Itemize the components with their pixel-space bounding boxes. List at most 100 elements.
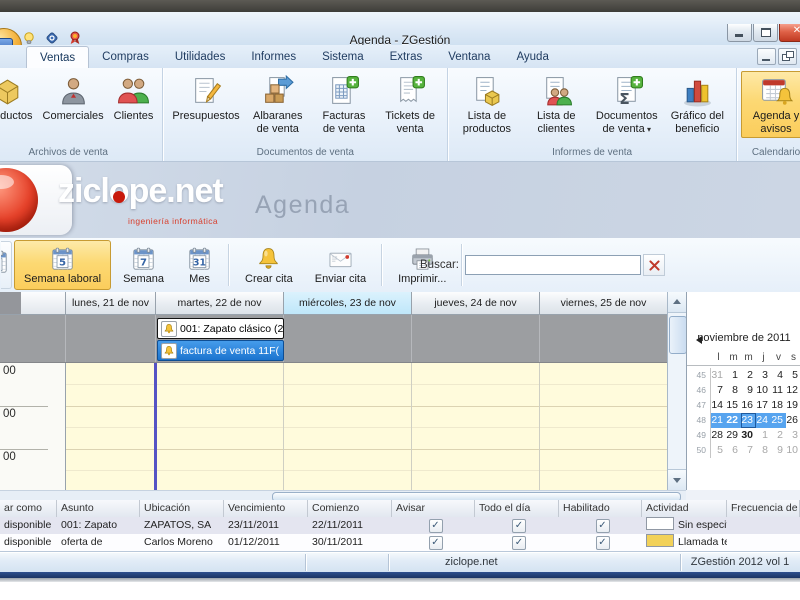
day-header-lunes-21-de-nov[interactable]: lunes, 21 de nov <box>65 292 155 315</box>
appointment[interactable]: 001: Zapato clásico (2 <box>157 318 284 339</box>
table-row[interactable]: disponibleoferta deCarlos Moreno01/12/20… <box>0 534 800 552</box>
checkbox-avisar[interactable]: ✓ <box>429 536 443 550</box>
minical-day[interactable]: 1 <box>756 428 771 443</box>
day-view-button-partial[interactable]: 5 <box>1 241 12 289</box>
checkbox-avisar[interactable]: ✓ <box>429 519 443 533</box>
toolbar-button-enviar-cita[interactable]: Enviar cita <box>305 240 376 290</box>
ribbon-button-lista-de-clientes[interactable]: Lista de clientes <box>522 71 591 138</box>
day-header-martes-22-de-nov[interactable]: martes, 22 de nov <box>155 292 283 315</box>
checkbox-todo-el-dia[interactable]: ✓ <box>512 536 526 550</box>
minical-day[interactable]: 1 <box>726 368 741 383</box>
minical-day[interactable]: 5 <box>786 368 800 383</box>
search-input[interactable] <box>465 255 641 275</box>
day-header-miercoles-23-de-nov[interactable]: miércoles, 23 de nov <box>283 292 411 315</box>
minical-day[interactable]: 10 <box>756 383 771 398</box>
ribbon-button-facturas-de-venta[interactable]: Facturas de venta <box>311 71 377 138</box>
minical-day[interactable]: 31 <box>711 368 726 383</box>
minical-day[interactable]: 5 <box>711 443 726 458</box>
ribbon-button-agenda-y-avisos[interactable]: Agenda y avisos <box>741 71 800 138</box>
minical-day[interactable]: 7 <box>741 443 756 458</box>
minical-day[interactable]: 30 <box>741 428 756 443</box>
minical-day[interactable]: 28 <box>711 428 726 443</box>
minical-day[interactable]: 18 <box>771 398 786 413</box>
minical-day[interactable]: 2 <box>771 428 786 443</box>
vertical-scrollbar[interactable] <box>667 292 687 490</box>
appointment-selected[interactable]: factura de venta 11F( <box>157 340 284 361</box>
ribbon-button-documentos-de-venta[interactable]: ΣDocumentos de venta ▾ <box>591 71 663 139</box>
minical-day[interactable]: 25 <box>771 413 786 428</box>
clear-search-button[interactable] <box>643 254 665 276</box>
tab-informes[interactable]: Informes <box>238 46 309 68</box>
column-header-asunto[interactable]: Asunto <box>57 500 140 517</box>
checkbox-habilitado[interactable]: ✓ <box>596 536 610 550</box>
column-header-ubicacion[interactable]: Ubicación <box>140 500 224 517</box>
ribbon-button-grafico-del-beneficio[interactable]: Gráfico del beneficio <box>663 71 732 138</box>
allday-area[interactable]: 001: Zapato clásico (2factura de venta 1… <box>0 315 667 363</box>
minical-day[interactable]: 24 <box>756 413 771 428</box>
minical-day[interactable]: 6 <box>726 443 741 458</box>
minical-day[interactable]: 26 <box>786 413 800 428</box>
scroll-down-button[interactable] <box>668 469 686 490</box>
scrollbar-thumb[interactable] <box>669 316 687 354</box>
toolbar-button-mes[interactable]: 31Mes <box>176 240 223 290</box>
column-header-comienzo[interactable]: Comienzo <box>308 500 392 517</box>
minical-day[interactable]: 12 <box>786 383 800 398</box>
toolbar-button-semana[interactable]: 7Semana <box>113 240 174 290</box>
child-minimize-button[interactable] <box>757 48 776 65</box>
checkbox-todo-el-dia[interactable]: ✓ <box>512 519 526 533</box>
column-header-actividad[interactable]: Actividad <box>642 500 727 517</box>
minical-day[interactable]: 14 <box>711 398 726 413</box>
ribbon-button-presupuestos[interactable]: Presupuestos <box>167 71 244 126</box>
ribbon-button-tickets-de-venta[interactable]: Tickets de venta <box>377 71 443 138</box>
minical-day[interactable]: 29 <box>726 428 741 443</box>
ribbon-button-albaranes-de-venta[interactable]: Albaranes de venta <box>245 71 311 138</box>
minical-day[interactable]: 17 <box>756 398 771 413</box>
minical-day[interactable]: 9 <box>771 443 786 458</box>
minical-day[interactable]: 23 <box>741 413 756 428</box>
column-header-frecuencia-de-re[interactable]: Frecuencia de re <box>727 500 800 517</box>
ribbon-button-lista-de-productos[interactable]: Lista de productos <box>452 71 521 138</box>
minical-day[interactable]: 10 <box>786 443 800 458</box>
minimize-button[interactable] <box>727 24 752 42</box>
minical-day[interactable]: 9 <box>741 383 756 398</box>
table-row[interactable]: disponible001: ZapatoZAPATOS, SA23/11/20… <box>0 517 800 535</box>
tab-compras[interactable]: Compras <box>89 46 162 68</box>
minical-day[interactable]: 22 <box>726 413 741 428</box>
minical-day[interactable]: 11 <box>771 383 786 398</box>
toolbar-button-semana-laboral[interactable]: 5Semana laboral <box>14 240 111 290</box>
ribbon-button-clientes[interactable]: Clientes <box>109 71 159 126</box>
minical-day[interactable]: 19 <box>786 398 800 413</box>
column-header-ar-como[interactable]: ar como <box>0 500 57 517</box>
tab-extras[interactable]: Extras <box>377 46 436 68</box>
minical-day[interactable]: 8 <box>726 383 741 398</box>
column-header-todo-el-dia[interactable]: Todo el día <box>475 500 559 517</box>
tab-ventas[interactable]: Ventas <box>26 46 89 68</box>
column-header-habilitado[interactable]: Habilitado <box>559 500 642 517</box>
child-restore-button[interactable] <box>778 48 797 65</box>
column-header-avisar[interactable]: Avisar <box>392 500 475 517</box>
day-header-viernes-25-de-nov[interactable]: viernes, 25 de nov <box>539 292 667 315</box>
minical-day[interactable]: 2 <box>741 368 756 383</box>
minical-day[interactable]: 7 <box>711 383 726 398</box>
tab-ayuda[interactable]: Ayuda <box>503 46 561 68</box>
tab-ventana[interactable]: Ventana <box>435 46 503 68</box>
minical-day[interactable]: 16 <box>741 398 756 413</box>
minical-day[interactable]: 15 <box>726 398 741 413</box>
column-header-vencimiento[interactable]: Vencimiento <box>224 500 308 517</box>
checkbox-habilitado[interactable]: ✓ <box>596 519 610 533</box>
maximize-button[interactable] <box>753 24 778 42</box>
minical-day[interactable]: 3 <box>756 368 771 383</box>
minical-day[interactable]: 8 <box>756 443 771 458</box>
tab-utilidades[interactable]: Utilidades <box>162 46 239 68</box>
minical-day[interactable]: 21 <box>711 413 726 428</box>
window-top-border <box>0 0 800 12</box>
tab-sistema[interactable]: Sistema <box>309 46 377 68</box>
scroll-up-button[interactable] <box>668 292 686 313</box>
close-button[interactable]: ✕ <box>779 24 800 42</box>
ribbon-button-productos[interactable]: Productos <box>0 71 38 126</box>
day-header-jueves-24-de-nov[interactable]: jueves, 24 de nov <box>411 292 539 315</box>
toolbar-button-crear-cita[interactable]: Crear cita <box>235 240 303 290</box>
minical-day[interactable]: 4 <box>771 368 786 383</box>
minical-day[interactable]: 3 <box>786 428 800 443</box>
ribbon-button-comerciales[interactable]: Comerciales <box>38 71 109 126</box>
